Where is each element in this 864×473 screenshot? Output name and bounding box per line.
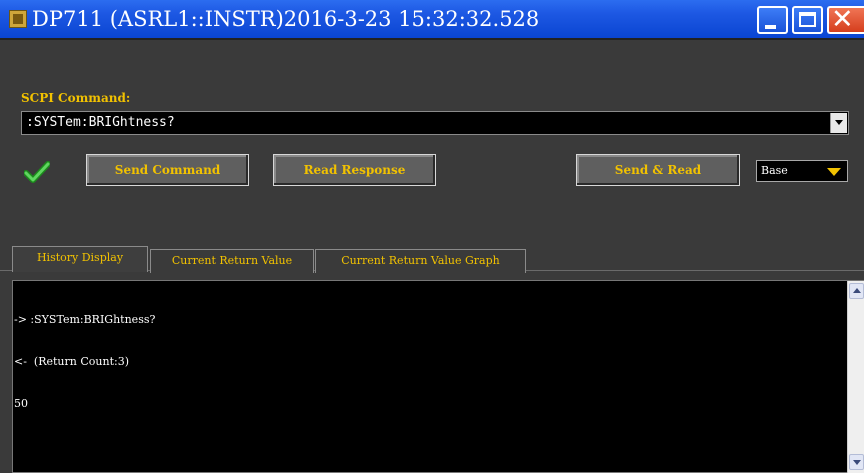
scpi-command-label: SCPI Command:	[21, 91, 131, 105]
title-bar[interactable]: DP711 (ASRL1::INSTR)2016-3-23 15:32:32.5…	[0, 0, 864, 38]
scpi-command-input[interactable]: :SYSTem:BRIGhtness?	[26, 115, 175, 131]
history-line: <- (Return Count:3)	[14, 355, 129, 368]
minimize-button[interactable]	[757, 6, 788, 34]
read-response-button[interactable]: Read Response	[273, 154, 436, 186]
window-title: DP711 (ASRL1::INSTR)2016-3-23 15:32:32.5…	[32, 7, 540, 31]
chevron-down-icon[interactable]	[830, 113, 847, 133]
send-and-read-button[interactable]: Send & Read	[576, 154, 740, 186]
app-window: DP711 (ASRL1::INSTR)2016-3-23 15:32:32.5…	[0, 0, 864, 473]
dropdown-arrow-icon	[827, 168, 841, 176]
send-command-button[interactable]: Send Command	[86, 154, 249, 186]
base-select-value: Base	[761, 164, 788, 177]
history-line: 50	[14, 397, 28, 410]
scpi-command-combobox[interactable]: :SYSTem:BRIGhtness?	[21, 111, 849, 135]
close-icon: ✕	[831, 4, 854, 35]
tab-current-return-value[interactable]: Current Return Value	[150, 249, 314, 273]
tab-current-return-value-graph[interactable]: Current Return Value Graph	[315, 249, 526, 273]
maximize-button[interactable]	[792, 6, 823, 34]
base-select[interactable]: Base	[756, 160, 848, 182]
vertical-scrollbar[interactable]	[847, 281, 864, 473]
history-line: -> :SYSTem:BRIGhtness?	[14, 313, 156, 326]
scroll-down-icon[interactable]	[849, 454, 864, 470]
scroll-up-icon[interactable]	[849, 283, 864, 299]
maximize-icon	[799, 12, 816, 27]
history-log: -> :SYSTem:BRIGhtness? <- (Return Count:…	[14, 285, 155, 439]
minimize-icon	[765, 25, 776, 29]
tab-history-display[interactable]: History Display	[12, 246, 148, 272]
app-icon	[9, 10, 27, 28]
history-display-panel[interactable]: -> :SYSTem:BRIGhtness? <- (Return Count:…	[12, 280, 864, 473]
divider	[0, 38, 864, 40]
checkmark-icon	[24, 161, 50, 183]
close-button[interactable]: ✕	[827, 4, 864, 35]
